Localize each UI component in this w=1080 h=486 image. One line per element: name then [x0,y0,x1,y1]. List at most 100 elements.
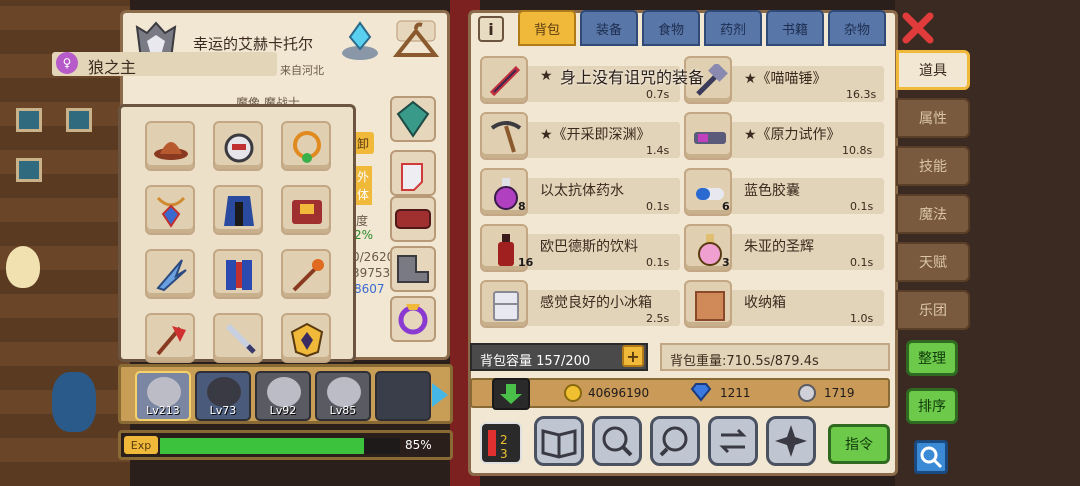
party-level: Lv213 [146,404,180,417]
list-item[interactable]: 收纳箱 1.0s [684,280,884,330]
item-slot [480,56,528,104]
item-slot [684,280,732,328]
list-item[interactable]: 感觉良好的小冰箱 2.5s [480,280,680,330]
search-icon [920,446,943,469]
item-name: ★《喵喵锤》 [744,71,827,87]
compass-button[interactable] [766,416,816,466]
item-name: 感觉良好的小冰箱 [540,295,652,311]
equip-slot-staff[interactable] [281,249,331,299]
tab-misc[interactable]: 杂物 [828,10,886,46]
ring-slot[interactable] [390,296,436,342]
deposit-button[interactable] [492,378,530,410]
organize-button[interactable]: 整理 [906,340,958,376]
item-time: 0.1s [646,200,670,213]
glove-slot[interactable] [390,150,436,196]
list-item[interactable]: 6 蓝色胶囊 0.1s [684,168,884,218]
number-sort-button[interactable]: 23 [480,422,522,464]
sidebar-tab-attributes[interactable]: 属性 [896,98,970,138]
item-slot [480,280,528,328]
side-tag-body: 体 [354,184,373,205]
curse-status-banner: 身上没有诅咒的装备 [560,68,705,87]
ring-icon [398,304,428,335]
item-slot [480,112,528,160]
equip-slot-wing[interactable] [145,249,195,299]
item-name: ★《原力试作》 [744,127,841,143]
party-member-3[interactable]: Lv92 [255,371,311,421]
item-time: 0.1s [850,200,874,213]
list-item[interactable]: 8 以太抗体药水 0.1s [480,168,680,218]
sidebar-tab-talent[interactable]: 天赋 [896,242,970,282]
item-list[interactable]: ★ 0.7s ★《喵喵锤》 16.3s ★《开采即深渊》 1.4s ★《原力试作… [476,52,890,330]
equip-slot-necklace[interactable] [281,121,331,171]
party-member-1[interactable]: Lv213 [135,371,191,421]
equip-slot-cape[interactable] [213,185,263,235]
expand-capacity-button[interactable]: + [622,345,644,367]
search-button[interactable] [914,440,948,474]
boots-icon [397,255,429,283]
fridge-icon [493,291,519,321]
sidebar-tab-skills[interactable]: 技能 [896,146,970,186]
character-name: 幸运的艾赫卡托尔 [193,35,314,53]
crystal-icon[interactable] [338,19,382,63]
swap-button[interactable] [708,416,758,466]
tab-potion[interactable]: 药剂 [704,10,762,46]
close-icon[interactable] [902,12,934,44]
book-button[interactable] [534,416,584,466]
magnify-icon [602,426,633,457]
search-icon [659,426,688,457]
sidebar-tab-items[interactable]: 道具 [896,50,970,90]
party-member-2[interactable]: Lv73 [195,371,251,421]
magnify-button[interactable] [592,416,642,466]
list-item[interactable]: 3 朱亚的圣辉 0.1s [684,224,884,274]
backpack-icon [292,200,322,224]
stat-partial: 39753 [352,266,391,280]
party-member-empty[interactable] [375,371,431,421]
list-item[interactable]: ★《原力试作》 10.8s [684,112,884,162]
item-name: 以太抗体药水 [540,183,624,199]
equip-slot-backpack[interactable] [281,185,331,235]
sidebar-tab-magic[interactable]: 魔法 [896,194,970,234]
axe-icon [156,326,186,356]
tab-books[interactable]: 书籍 [766,10,824,46]
item-time: 2.5s [646,312,670,325]
backpack-weight: 背包重量:710.5s/879.4s [660,343,890,371]
gem-slot[interactable] [390,96,436,142]
stat-partial: 0/2620 [352,250,395,264]
equip-slot-amulet[interactable] [145,185,195,235]
swap-icon [719,428,747,454]
command-button[interactable]: 指令 [828,424,890,464]
list-item[interactable]: ★《喵喵锤》 16.3s [684,56,884,106]
gold-coin-icon [564,384,582,402]
sidebar-tab-band[interactable]: 乐团 [896,290,970,330]
list-item[interactable]: 16 欧巴德斯的饮料 0.1s [480,224,680,274]
item-quantity: 3 [722,256,730,269]
equip-slot-armor[interactable] [213,249,263,299]
party-next-arrow-icon[interactable] [432,383,448,407]
tab-food[interactable]: 食物 [642,10,700,46]
character-title[interactable]: 狼之主 [88,54,136,78]
tab-equipment[interactable]: 装备 [580,10,638,46]
tab-backpack[interactable]: 背包 [518,10,576,46]
sort-button[interactable]: 排序 [906,388,958,424]
item-time: 1.0s [850,312,874,325]
blaster-icon [694,132,726,144]
window-decor [66,108,92,132]
list-item[interactable]: ★《开采即深渊》 1.4s [480,112,680,162]
vase-icon [52,372,96,432]
party-level: Lv92 [269,404,297,417]
svg-text:2: 2 [500,433,508,447]
info-button[interactable]: i [478,16,504,42]
search-filter-button[interactable] [650,416,700,466]
boots-slot[interactable] [390,246,436,292]
exp-label: Exp [124,436,158,454]
download-icon [500,384,522,404]
belt-slot[interactable] [390,196,436,242]
equip-slot-helmet[interactable] [213,121,263,171]
equip-slot-axe[interactable] [145,313,195,363]
party-member-4[interactable]: Lv85 [315,371,371,421]
hanger-icon[interactable] [391,19,441,63]
equip-slot-emblem[interactable] [281,313,331,363]
equip-slot-hat[interactable] [145,121,195,171]
equip-slot-sword[interactable] [213,313,263,363]
exp-percent: 85% [405,438,432,452]
